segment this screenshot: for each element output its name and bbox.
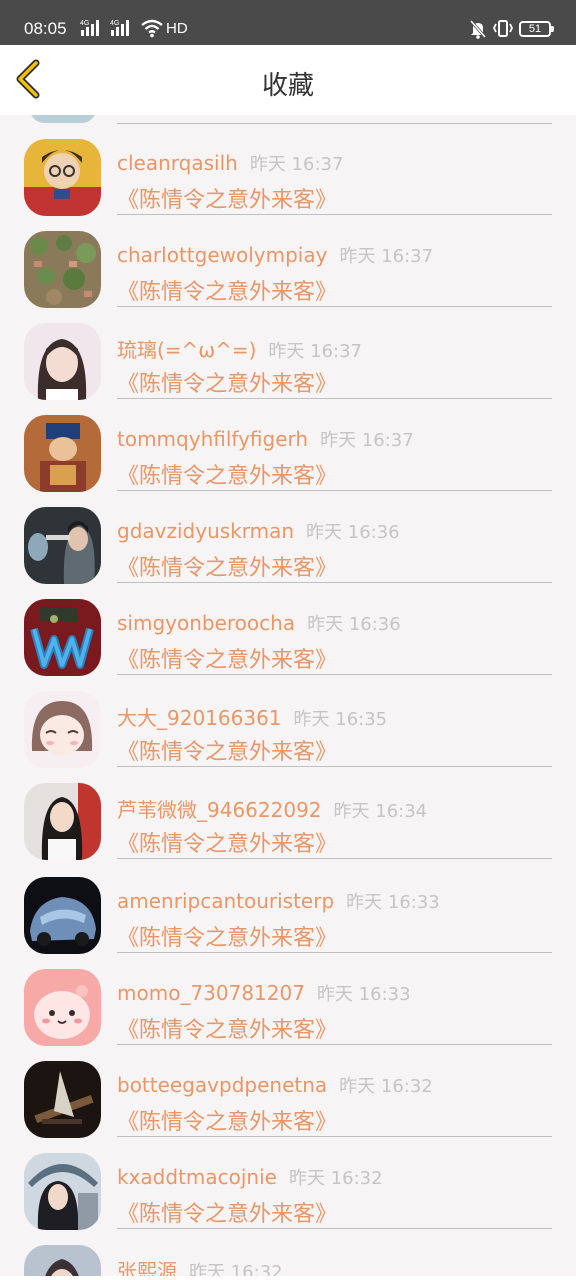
avatar	[24, 323, 101, 400]
divider	[117, 952, 552, 953]
timestamp: 昨天 16:32	[339, 1076, 433, 1097]
muted-bell-icon	[469, 20, 487, 39]
status-time: 08:05	[24, 19, 67, 38]
timestamp: 昨天 16:37	[320, 430, 414, 451]
avatar	[24, 1061, 101, 1138]
timestamp: 昨天 16:32	[288, 1168, 383, 1189]
list-item[interactable]: 琉璃(=^ω^=) 昨天 16:37 《陈情令之意外来客》	[0, 323, 576, 415]
divider	[117, 398, 552, 399]
divider	[117, 1136, 552, 1137]
divider	[117, 214, 552, 215]
username: 大大_920166361 昨天 16:35	[117, 706, 388, 730]
username: 芦苇微微_946622092 昨天 16:34	[117, 798, 428, 822]
list-item[interactable]: 芦苇微微_946622092 昨天 16:34 《陈情令之意外来客》	[0, 783, 576, 875]
avatar	[24, 969, 101, 1046]
work-title[interactable]: 《陈情令之意外来客》	[117, 734, 337, 766]
avatar	[24, 507, 101, 584]
timestamp: 昨天 16:37	[339, 246, 434, 267]
timestamp: 昨天 16:36	[306, 522, 400, 543]
divider	[117, 582, 552, 583]
avatar	[24, 877, 101, 954]
work-title[interactable]: 《陈情令之意外来客》	[117, 182, 337, 214]
work-title[interactable]: 《陈情令之意外来客》	[117, 458, 337, 490]
status-bar: 08:05 4G 4G HD 51	[0, 0, 576, 45]
work-title[interactable]: 《陈情令之意外来客》	[117, 920, 337, 952]
list-item[interactable]: 张熙源 昨天 16:32	[0, 1245, 576, 1280]
username: charlottgewolympiay 昨天 16:37	[117, 243, 434, 267]
divider	[117, 1044, 552, 1045]
cellular-signal-icon: 4G	[110, 20, 129, 36]
vibrate-icon	[492, 20, 514, 37]
divider	[117, 766, 552, 767]
timestamp: 昨天 16:37	[249, 154, 344, 175]
list-item[interactable]: momo_730781207 昨天 16:33 《陈情令之意外来客》	[0, 969, 576, 1061]
timestamp: 昨天 16:35	[293, 709, 388, 730]
avatar	[24, 691, 101, 768]
list-item[interactable]: charlottgewolympiay 昨天 16:37 《陈情令之意外来客》	[0, 231, 576, 323]
avatar	[24, 1245, 101, 1280]
timestamp: 昨天 16:37	[268, 341, 362, 362]
list-item[interactable]: tommqyhfilfyfigerh 昨天 16:37 《陈情令之意外来客》	[0, 415, 576, 507]
list-item[interactable]: simgyonberoocha 昨天 16:36 《陈情令之意外来客》	[0, 599, 576, 691]
avatar	[24, 1153, 101, 1230]
username: tommqyhfilfyfigerh 昨天 16:37	[117, 427, 414, 451]
page-title: 收藏	[261, 71, 314, 101]
work-title[interactable]: 《陈情令之意外来客》	[117, 1196, 337, 1228]
username: gdavzidyuskrman 昨天 16:36	[117, 519, 400, 543]
work-title[interactable]: 《陈情令之意外来客》	[117, 1012, 337, 1044]
username: kxaddtmacojnie 昨天 16:32	[117, 1165, 383, 1189]
username: cleanrqasilh 昨天 16:37	[117, 151, 344, 175]
hd-indicator: HD	[166, 20, 188, 37]
svg-text:4G: 4G	[80, 20, 89, 27]
avatar	[24, 415, 101, 492]
list-item[interactable]: botteegavpdpenetna 昨天 16:32 《陈情令之意外来客》	[0, 1061, 576, 1153]
username: amenripcantouristerp 昨天 16:33	[117, 889, 440, 913]
list-item[interactable]: gdavzidyuskrman 昨天 16:36 《陈情令之意外来客》	[0, 507, 576, 599]
timestamp: 昨天 16:34	[333, 801, 428, 822]
work-title[interactable]: 《陈情令之意外来客》	[117, 642, 337, 674]
list-item[interactable]: kxaddtmacojnie 昨天 16:32 《陈情令之意外来客》	[0, 1153, 576, 1245]
timestamp: 昨天 16:36	[307, 614, 401, 635]
avatar	[24, 599, 101, 676]
divider	[117, 306, 552, 307]
divider	[117, 490, 552, 491]
work-title[interactable]: 《陈情令之意外来客》	[117, 550, 337, 582]
timestamp: 昨天 16:33	[316, 984, 411, 1005]
timestamp: 昨天 16:33	[346, 892, 440, 913]
list-item[interactable]: 大大_920166361 昨天 16:35 《陈情令之意外来客》	[0, 691, 576, 783]
username: simgyonberoocha 昨天 16:36	[117, 611, 401, 635]
work-title[interactable]: 《陈情令之意外来客》	[117, 1104, 337, 1136]
avatar	[24, 231, 101, 308]
avatar	[24, 139, 101, 216]
nav-bar: 收藏	[0, 45, 576, 115]
divider	[117, 674, 552, 675]
avatar	[30, 115, 96, 123]
bottom-bar	[0, 1276, 576, 1280]
divider	[117, 123, 552, 124]
divider	[117, 858, 552, 859]
username: 琉璃(=^ω^=) 昨天 16:37	[117, 338, 362, 362]
work-title[interactable]: 《陈情令之意外来客》	[117, 366, 337, 398]
wifi-icon	[141, 19, 163, 38]
work-title[interactable]: 《陈情令之意外来客》	[117, 274, 337, 306]
work-title[interactable]: 《陈情令之意外来客》	[117, 826, 337, 858]
divider	[117, 1228, 552, 1229]
username: botteegavpdpenetna 昨天 16:32	[117, 1073, 433, 1097]
list-item[interactable]: amenripcantouristerp 昨天 16:33 《陈情令之意外来客》	[0, 877, 576, 969]
cellular-signal-icon: 4G	[80, 20, 99, 36]
avatar	[24, 783, 101, 860]
svg-text:4G: 4G	[110, 20, 119, 27]
username: momo_730781207 昨天 16:33	[117, 981, 411, 1005]
list-item[interactable]: cleanrqasilh 昨天 16:37 《陈情令之意外来客》	[0, 139, 576, 231]
battery-icon: 51	[519, 21, 554, 37]
